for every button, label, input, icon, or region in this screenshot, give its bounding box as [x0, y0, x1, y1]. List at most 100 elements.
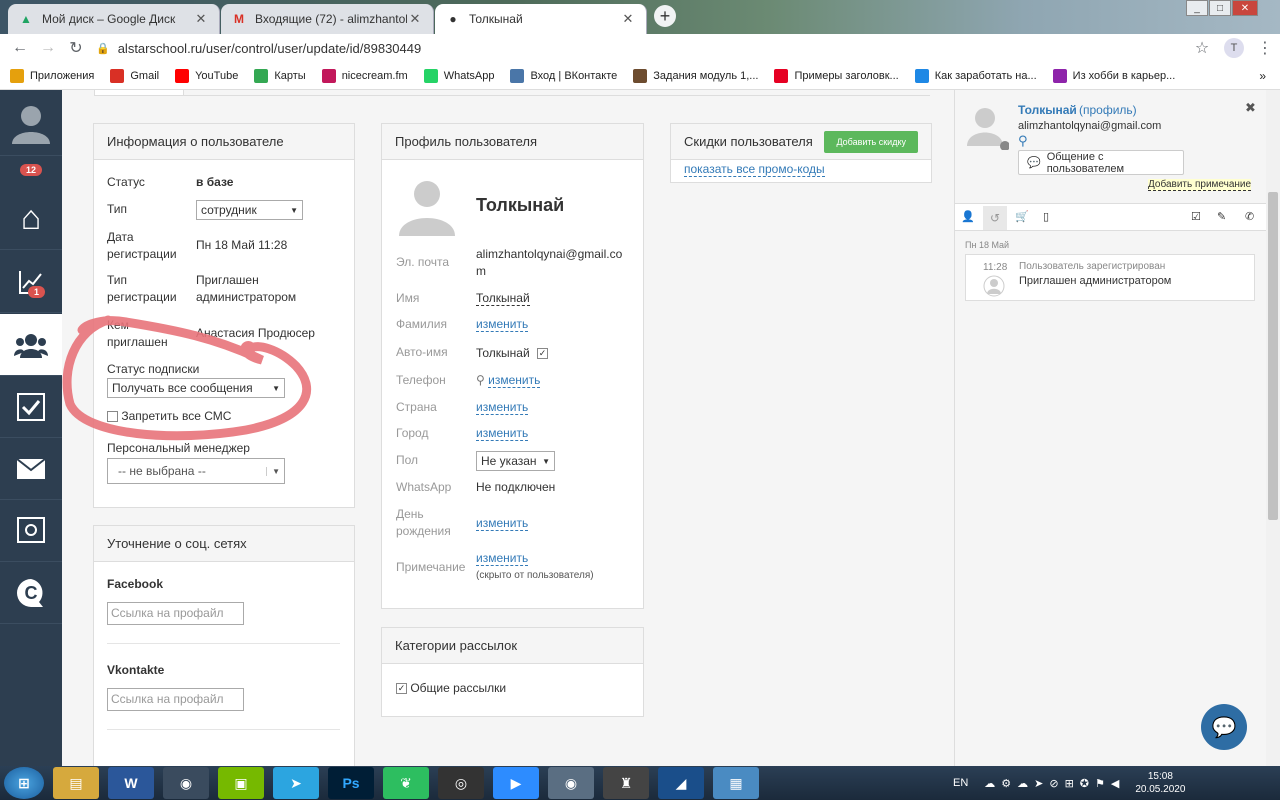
last-name-change-link[interactable]: изменить	[476, 317, 529, 332]
general-mailing-row[interactable]: ✓ Общие рассылки	[396, 681, 506, 695]
zoom-icon[interactable]: ▶	[493, 767, 539, 799]
more-bookmarks-icon[interactable]: »	[1259, 69, 1266, 83]
new-tab-button[interactable]: +	[654, 5, 676, 27]
bookmark-item[interactable]: nicecream.fm	[321, 68, 408, 83]
search-icon[interactable]: ⚲	[1018, 133, 1028, 149]
first-name-label: Имя	[396, 291, 420, 305]
profile-link[interactable]: (профиль)	[1079, 103, 1137, 117]
world-of-tanks-icon[interactable]: ♜	[603, 767, 649, 799]
chrome-icon[interactable]: ◉	[163, 767, 209, 799]
home-icon[interactable]: ⌂	[0, 188, 62, 250]
note-change-link[interactable]: изменить	[476, 551, 529, 566]
tab-edit-icon[interactable]: ✎	[1217, 210, 1226, 223]
bookmark-item[interactable]: Из хобби в карьер...	[1052, 68, 1175, 83]
tab-phone-icon[interactable]: ✆	[1245, 210, 1254, 223]
tab-title: Мой диск – Google Диск	[42, 12, 176, 26]
obs-icon[interactable]: ◎	[438, 767, 484, 799]
country-change-link[interactable]: изменить	[476, 400, 529, 415]
close-icon[interactable]: ✕	[193, 11, 209, 27]
word-icon[interactable]: W	[108, 767, 154, 799]
reload-icon[interactable]: ↻	[62, 38, 90, 58]
tab-history-icon[interactable]: ↺	[983, 206, 1007, 230]
tab-mobile-icon[interactable]: ▯	[1043, 210, 1049, 223]
safe-icon[interactable]	[0, 500, 62, 562]
show-promo-codes-link[interactable]: показать все промо-коды	[684, 162, 825, 177]
bookmark-item[interactable]: Примеры заголовк...	[774, 68, 899, 83]
birthday-change-link[interactable]: изменить	[476, 516, 529, 531]
tab-cart-icon[interactable]: 🛒	[1015, 210, 1029, 223]
close-icon[interactable]: ✕	[407, 11, 423, 27]
star-icon[interactable]: ☆	[1188, 38, 1216, 58]
general-mailing-checkbox[interactable]: ✓	[396, 683, 407, 695]
bookmark-label: Карты	[274, 69, 306, 82]
tab-tasks-icon[interactable]: ☑	[1191, 210, 1201, 223]
app-icon[interactable]: ◢	[658, 767, 704, 799]
bookmark-item[interactable]: Карты	[254, 68, 306, 83]
youtube-icon	[175, 68, 190, 83]
add-discount-button[interactable]: Добавить скидку	[824, 130, 918, 153]
chart-icon[interactable]	[0, 251, 62, 313]
gender-label: Пол	[396, 453, 419, 467]
divider	[107, 729, 340, 730]
bookmark-item[interactable]: Приложения	[10, 68, 94, 83]
forward-icon[interactable]: →	[34, 39, 62, 57]
close-panel-icon[interactable]: ✖	[1245, 100, 1256, 116]
scrollbar-thumb[interactable]	[1268, 192, 1278, 520]
users-icon[interactable]	[0, 314, 62, 376]
menu-dots-icon[interactable]: ⋮	[1256, 38, 1274, 58]
language-indicator[interactable]: EN	[953, 777, 968, 789]
user-avatar[interactable]	[0, 90, 62, 156]
bookmark-label: Задания модуль 1,...	[653, 69, 759, 82]
bookmark-label: Gmail	[130, 69, 160, 82]
divider	[107, 643, 340, 644]
telegram-icon[interactable]: ➤	[273, 767, 319, 799]
bookmark-item[interactable]: YouTube	[175, 68, 238, 83]
user-name-link[interactable]: Толкынай	[1018, 103, 1077, 117]
general-mailing-label: Общие рассылки	[410, 681, 507, 695]
type-select[interactable]: сотрудник ▼	[196, 200, 303, 220]
profile-avatar[interactable]: T	[1224, 38, 1244, 58]
bookmark-item[interactable]: WhatsApp	[423, 68, 494, 83]
chat-widget-button[interactable]: 💬	[1201, 704, 1247, 750]
photoshop-icon[interactable]: Ps	[328, 767, 374, 799]
add-note-link[interactable]: Добавить примечание	[1148, 179, 1252, 191]
facebook-input[interactable]: Ссылка на профайл	[107, 602, 244, 625]
clock[interactable]: 15:08 20.05.2020	[1135, 770, 1185, 796]
chrome-active-icon[interactable]: ◉	[548, 767, 594, 799]
maximize-button[interactable]: □	[1209, 0, 1231, 16]
start-button[interactable]: ⊞	[4, 767, 44, 799]
back-icon[interactable]: ←	[6, 39, 34, 57]
manager-select[interactable]: -- не выбрана -- ▼	[107, 458, 285, 484]
nvidia-icon[interactable]: ▣	[218, 767, 264, 799]
bookmark-item[interactable]: Вход | ВКонтакте	[510, 68, 617, 83]
mail-icon[interactable]	[0, 438, 62, 500]
notifications-badge[interactable]: 12	[20, 164, 43, 176]
bookmark-item[interactable]: Задания модуль 1,...	[633, 68, 759, 83]
event-title: Пользователь зарегистрирован	[1019, 261, 1166, 272]
tab-user-icon[interactable]: 👤	[961, 210, 975, 223]
system-tray-icons[interactable]: ☁⚙☁➤⊘⊞✪⚑◀	[984, 777, 1125, 790]
bookmark-item[interactable]: Gmail	[110, 68, 160, 83]
address-bar[interactable]: 🔒 alstarschool.ru/user/control/user/upda…	[96, 36, 1188, 60]
chat-c-icon[interactable]: C	[0, 562, 62, 624]
tab-google-drive[interactable]: ▲ Мой диск – Google Диск ✕	[8, 4, 220, 34]
tab-gmail[interactable]: M Входящие (72) - alimzhantolqynai ✕	[221, 4, 434, 34]
bookmark-item[interactable]: Как заработать на...	[914, 68, 1037, 83]
window-close-button[interactable]: ✕	[1232, 0, 1258, 16]
gender-select[interactable]: Не указан ▼	[476, 451, 555, 471]
city-change-link[interactable]: изменить	[476, 426, 529, 441]
explorer-icon[interactable]: ▤	[53, 767, 99, 799]
vk-input[interactable]: Ссылка на профайл	[107, 688, 244, 711]
email-label: Эл. почта	[396, 255, 450, 269]
chat-with-user-button[interactable]: 💬 Общение с пользователем	[1018, 150, 1184, 175]
first-name-value[interactable]: Толкынай	[476, 291, 530, 306]
minimize-button[interactable]: _	[1186, 0, 1208, 16]
close-icon[interactable]: ✕	[620, 11, 636, 27]
tasks-checkbox-icon[interactable]	[0, 376, 62, 438]
page-scrollbar[interactable]	[1266, 90, 1280, 766]
tab-user-profile[interactable]: ● Толкынай ✕	[435, 4, 647, 34]
evernote-icon[interactable]: ❦	[383, 767, 429, 799]
image-viewer-icon[interactable]: ▦	[713, 767, 759, 799]
auto-name-checkbox[interactable]: ✓	[537, 348, 549, 360]
phone-change-link[interactable]: изменить	[488, 373, 541, 388]
